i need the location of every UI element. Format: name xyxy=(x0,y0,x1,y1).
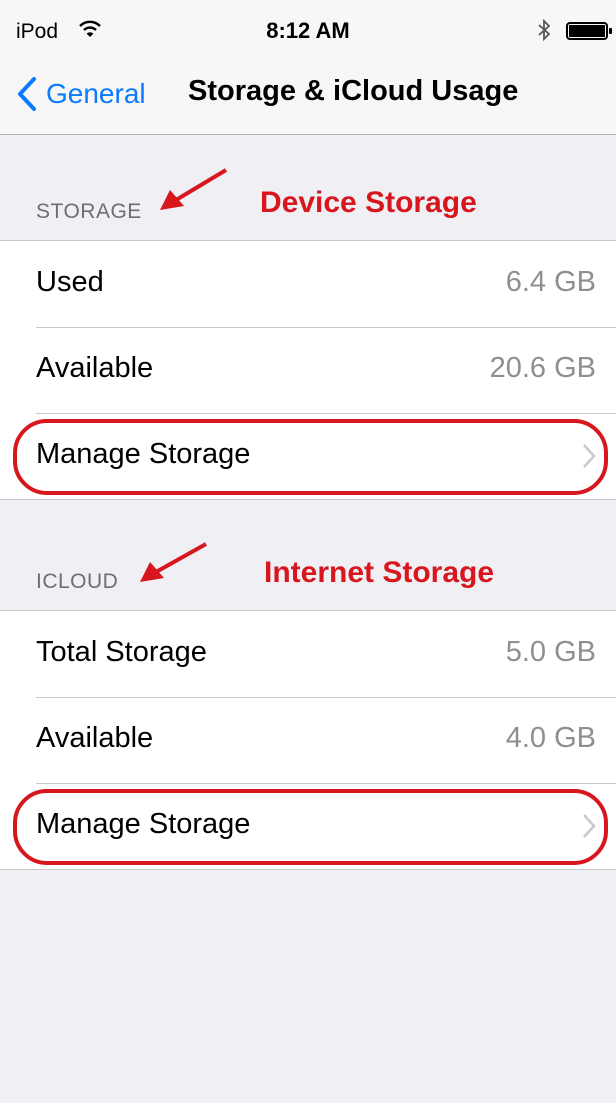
icloud-group: Total Storage 5.0 GB Available 4.0 GB Ma… xyxy=(0,610,616,870)
icloud-available-value: 4.0 GB xyxy=(505,722,596,754)
icloud-available-label: Available xyxy=(36,722,154,754)
used-value: 6.4 GB xyxy=(505,266,596,298)
status-time: 8:12 AM xyxy=(266,18,350,43)
icloud-available-row: Available 4.0 GB xyxy=(0,697,616,783)
back-button[interactable]: General xyxy=(16,72,146,116)
available-label: Available xyxy=(36,352,154,384)
total-storage-value: 5.0 GB xyxy=(505,636,596,668)
highlight-circle xyxy=(13,789,608,865)
arrow-icon xyxy=(140,542,207,582)
available-value: 20.6 GB xyxy=(489,352,596,384)
available-row: Available 20.6 GB xyxy=(0,327,616,413)
icloud-section-header: ICLOUD xyxy=(36,570,119,593)
arrow-icon xyxy=(160,168,228,210)
highlight-circle xyxy=(13,419,608,495)
back-label: General xyxy=(46,78,146,109)
internet-storage-annotation: Internet Storage xyxy=(264,556,495,589)
manage-icloud-storage-button[interactable]: Manage Storage xyxy=(0,783,616,869)
storage-section-header: STORAGE xyxy=(36,200,142,223)
total-storage-label: Total Storage xyxy=(36,636,207,668)
manage-storage-button[interactable]: Manage Storage xyxy=(0,413,616,499)
total-storage-row: Total Storage 5.0 GB xyxy=(0,611,616,697)
used-label: Used xyxy=(36,266,104,298)
bluetooth-icon xyxy=(538,19,551,41)
storage-group: Used 6.4 GB Available 20.6 GB Manage Sto… xyxy=(0,240,616,500)
device-storage-annotation: Device Storage xyxy=(260,186,477,219)
nav-bar: General Storage & iCloud Usage xyxy=(0,56,616,135)
page-title: Storage & iCloud Usage xyxy=(188,75,519,107)
battery-icon xyxy=(566,22,612,40)
used-row: Used 6.4 GB xyxy=(0,241,616,327)
back-chevron-icon xyxy=(18,77,36,111)
status-bar: iPod 8:12 AM xyxy=(0,0,616,56)
